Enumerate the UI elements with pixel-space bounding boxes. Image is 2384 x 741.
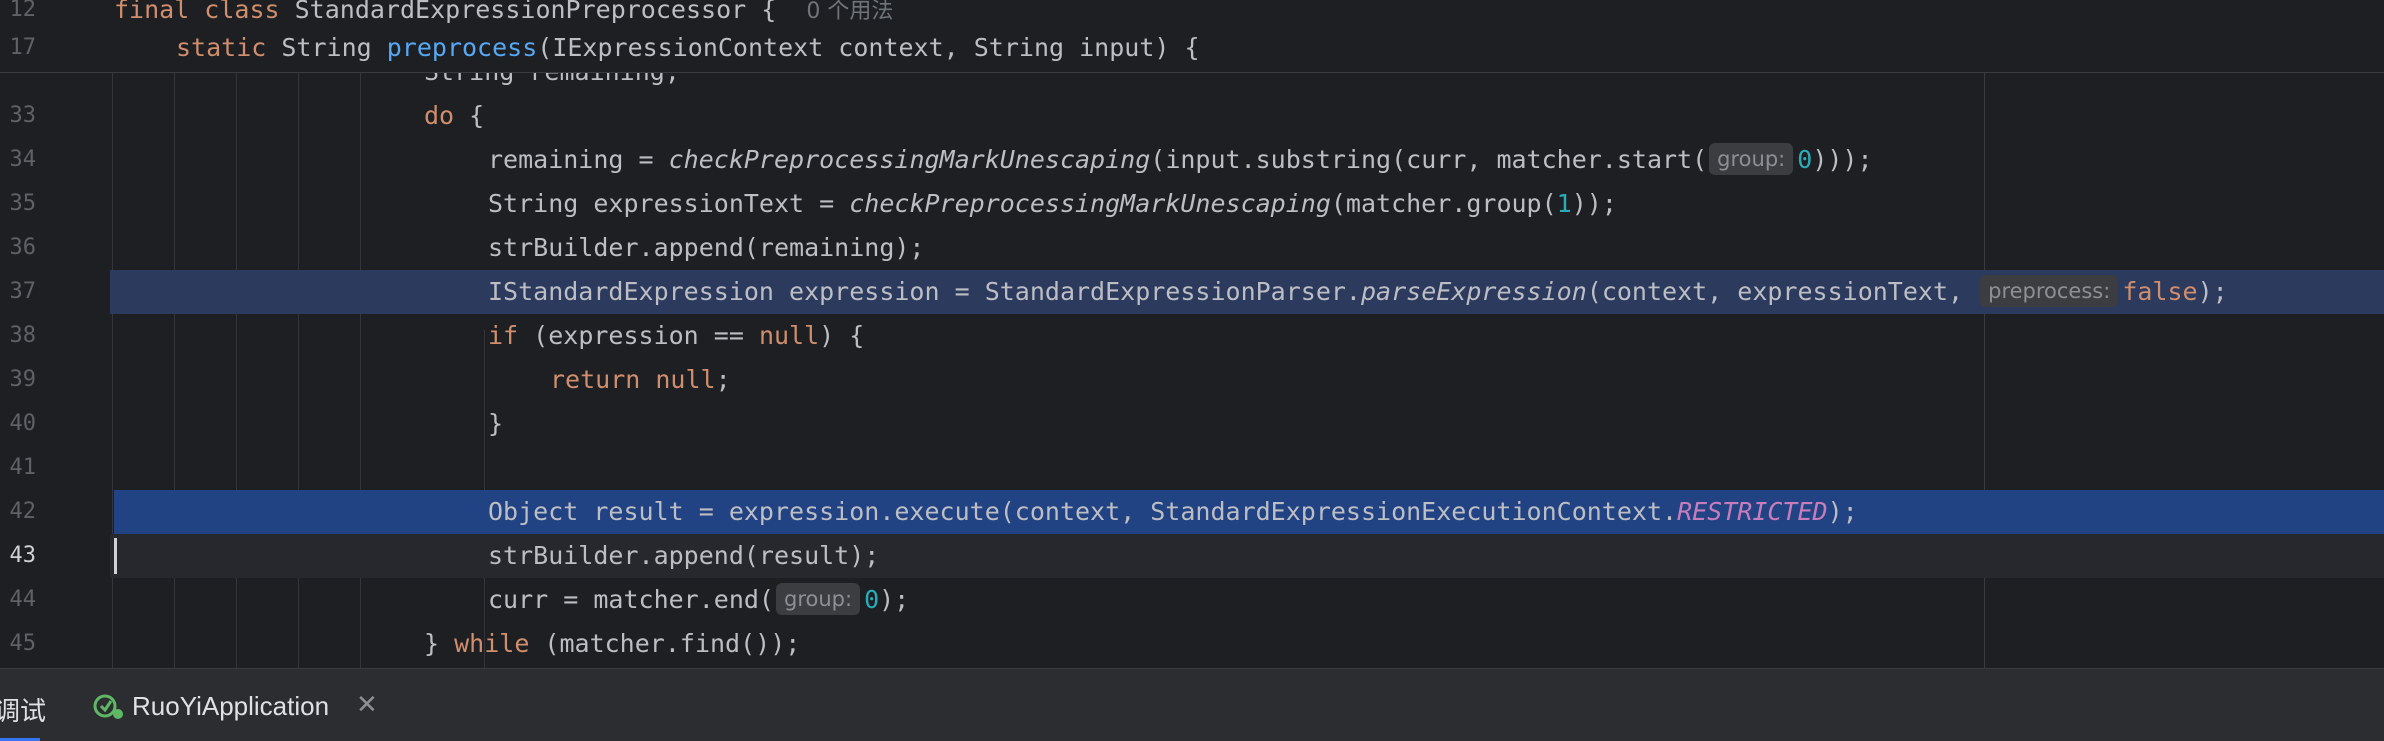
code-text: if (expression == null) { [488,321,865,350]
code-text: strBuilder.append(result); [488,541,880,570]
line-number: 36 [9,235,37,260]
line-number: 40 [9,411,37,436]
code-text: Object result = expression.execute(conte… [488,497,1858,526]
line-number: 42 [9,499,37,524]
debug-run-icon [93,694,123,719]
code-text: strBuilder.append(remaining); [488,233,925,262]
code-text: curr = matcher.end(group: 0); [488,583,910,615]
code-line-38[interactable]: 38 if (expression == null) { [0,314,2384,358]
sticky-line[interactable]: 12 final class StandardExpressionPreproc… [0,0,2384,28]
code-text: static String preprocess(IExpressionCont… [176,33,1200,62]
code-text: remaining = checkPreprocessingMarkUnesca… [488,143,1873,175]
usage-count: 0 个用法 [806,0,894,24]
close-icon[interactable]: ✕ [356,689,378,720]
line-number: 44 [9,587,37,612]
code-text: } while (matcher.find()); [424,629,801,658]
code-text: } [488,409,504,438]
tool-window-bar: 调试 RuoYiApplication ✕ [0,668,2384,741]
line-number: 39 [9,367,37,392]
parameter-hint: preprocess: [1980,275,2119,307]
code-line-40[interactable]: 40 } [0,402,2384,446]
line-number: 34 [9,147,37,172]
run-config-tab[interactable]: RuoYiApplication [132,691,329,722]
code-editor[interactable]: String remaining; 33 do { 34 remaining =… [0,0,2384,668]
code-line-45[interactable]: 45 } while (matcher.find()); [0,622,2384,666]
code-text: String expressionText = checkPreprocessi… [488,189,1617,218]
line-number: 12 [9,0,37,22]
code-text: return null; [550,365,731,394]
line-number: 43 [9,543,37,568]
line-number: 41 [9,455,37,480]
code-line-35[interactable]: 35 String expressionText = checkPreproce… [0,182,2384,226]
code-line-33[interactable]: 33 do { [0,94,2384,138]
line-number: 33 [9,103,37,128]
code-line-37[interactable]: 37 IStandardExpression expression = Stan… [0,270,2384,314]
line-number: 45 [9,631,37,656]
code-line-43[interactable]: 43 strBuilder.append(result); [0,534,2384,578]
code-text: IStandardExpression expression = Standar… [488,275,2228,307]
code-line-44[interactable]: 44 curr = matcher.end(group: 0); [0,578,2384,622]
sticky-line[interactable]: 17 static String preprocess(IExpressionC… [0,30,2384,66]
code-line-39[interactable]: 39 return null; [0,358,2384,402]
line-number: 17 [9,35,37,60]
sticky-scroll-header[interactable]: 12 final class StandardExpressionPreproc… [0,0,2384,73]
debug-tab[interactable]: 调试 [0,691,46,728]
code-line-42[interactable]: 42 Object result = expression.execute(co… [0,490,2384,534]
code-line-41[interactable]: 41 [0,446,2384,490]
text-caret [114,538,117,574]
line-number: 38 [9,323,37,348]
parameter-hint: group: [1709,143,1794,175]
parameter-hint: group: [775,583,861,615]
line-number: 37 [9,279,37,304]
line-number: 35 [9,191,37,216]
code-text: final class StandardExpressionPreprocess… [114,0,894,24]
code-line-36[interactable]: 36 strBuilder.append(remaining); [0,226,2384,270]
code-line-34[interactable]: 34 remaining = checkPreprocessingMarkUne… [0,138,2384,182]
code-text: do { [424,101,485,130]
